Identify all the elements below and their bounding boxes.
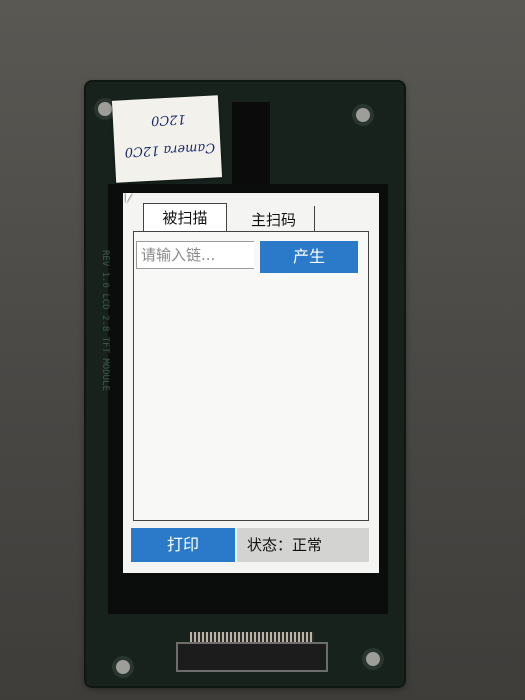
tab-scan-code[interactable]: 主扫码 <box>233 206 315 234</box>
tab-bar: 被扫描 主扫码 <box>133 203 369 234</box>
tab-scanned[interactable]: 被扫描 <box>143 203 227 231</box>
status-label: 状态：正常 <box>237 528 369 562</box>
generate-button[interactable]: 产生 <box>260 241 358 273</box>
pcb-side-label: REV 1.0 LCD 2.8 TFT MODULE <box>100 250 110 391</box>
connector-pins <box>190 632 314 642</box>
flex-ribbon <box>232 102 270 190</box>
print-button[interactable]: 打印 <box>131 528 235 562</box>
mount-hole-bottom-right <box>362 648 384 670</box>
link-input[interactable] <box>136 241 254 269</box>
sticker-line-2: 12C0 <box>150 111 187 128</box>
lcd-screen: 被扫描 主扫码 产生 打印 状态：正常 <box>123 193 379 573</box>
pointer-cursor-icon <box>126 193 132 203</box>
handwritten-sticker: Camera 12C0 12C0 <box>111 95 223 183</box>
mount-hole-top-right <box>352 104 374 126</box>
fpc-connector <box>176 642 328 672</box>
sticker-line-1: Camera 12C0 <box>124 139 216 160</box>
tab-content-panel <box>133 231 369 521</box>
bottom-bar: 打印 状态：正常 <box>129 528 369 562</box>
mount-hole-bottom-left <box>112 656 134 678</box>
